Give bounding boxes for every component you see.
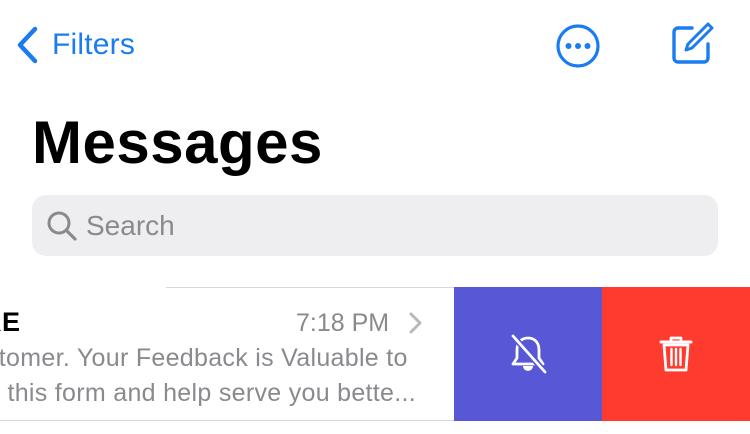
- search-placeholder: Search: [86, 210, 175, 241]
- delete-button[interactable]: [602, 287, 750, 421]
- magnifying-glass-icon: [47, 211, 77, 241]
- chevron-right-icon: [409, 312, 422, 334]
- navigation-bar: Filters: [0, 0, 750, 92]
- divider: [166, 287, 454, 288]
- message-preview-line-2: n this form and help serve you bette...: [0, 379, 416, 407]
- page-title: Messages: [32, 109, 323, 176]
- divider: [0, 420, 454, 421]
- ellipsis-circle-icon: [556, 24, 600, 68]
- message-row[interactable]: RE 7:18 PM stomer. Your Feedback is Valu…: [0, 287, 750, 421]
- message-time: 7:18 PM: [296, 309, 390, 337]
- chevron-left-icon: [17, 26, 38, 64]
- back-label: Filters: [52, 28, 136, 61]
- message-content[interactable]: RE 7:18 PM stomer. Your Feedback is Valu…: [0, 287, 454, 421]
- sender-name: RE: [0, 307, 21, 337]
- more-options-button[interactable]: [555, 23, 601, 69]
- mute-button[interactable]: [454, 287, 602, 421]
- search-field[interactable]: Search: [32, 195, 718, 256]
- message-preview-line-1: stomer. Your Feedback is Valuable to: [0, 344, 408, 372]
- trash-icon: [659, 336, 693, 372]
- back-button[interactable]: Filters: [16, 22, 135, 68]
- bell-slash-icon: [510, 333, 548, 375]
- compose-button[interactable]: [668, 20, 716, 68]
- compose-icon: [672, 22, 714, 64]
